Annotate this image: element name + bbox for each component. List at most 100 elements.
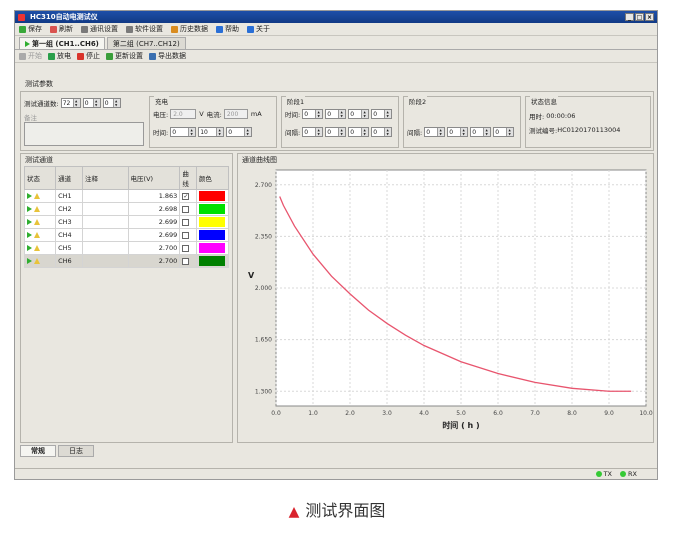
curve-checkbox[interactable]: ✓ bbox=[182, 192, 190, 200]
curve-checkbox[interactable] bbox=[182, 231, 190, 239]
table-row[interactable]: CH1 1.863 ✓ bbox=[23, 189, 230, 203]
tab-log[interactable]: 日志 bbox=[58, 445, 94, 457]
tab-group-2[interactable]: 第二组 (CH7..CH12) bbox=[106, 37, 186, 49]
menu-item-5[interactable]: 帮助 bbox=[216, 24, 239, 34]
header-curve[interactable]: 曲线 bbox=[179, 166, 197, 190]
tab-general[interactable]: 常规 bbox=[20, 445, 56, 457]
channel-note[interactable] bbox=[81, 228, 129, 242]
menu-item-1[interactable]: 刷新 bbox=[50, 24, 73, 34]
toolbar-button-2[interactable]: 停止 bbox=[77, 51, 100, 61]
menu-item-3[interactable]: 软件设置 bbox=[126, 24, 163, 34]
voltage-field[interactable]: 2.0 bbox=[170, 109, 197, 119]
color-swatch[interactable] bbox=[198, 191, 225, 201]
stage2-interval-spinner-1[interactable]: 0 bbox=[424, 127, 446, 137]
menu-item-2[interactable]: 通讯设置 bbox=[81, 24, 118, 34]
status-title: 状态信息 bbox=[530, 96, 558, 106]
table-row[interactable]: CH6 2.700 bbox=[23, 254, 230, 268]
curve-checkbox[interactable] bbox=[182, 257, 190, 265]
time-minutes-spinner[interactable]: 10 bbox=[198, 127, 225, 137]
stage2-interval-spinner-2[interactable]: 0 bbox=[447, 127, 469, 137]
tx-label: TX bbox=[603, 470, 613, 478]
table-row[interactable]: CH4 2.699 bbox=[23, 228, 230, 242]
toolbar-button-1[interactable]: 放电 bbox=[48, 51, 71, 61]
color-swatch[interactable] bbox=[198, 217, 225, 227]
note-input[interactable] bbox=[24, 122, 144, 146]
stage1-time-spinner-4[interactable]: 0 bbox=[371, 109, 393, 119]
toolbar-label: 开始 bbox=[28, 52, 42, 60]
running-icon bbox=[27, 232, 32, 238]
menu-bar: 保存 刷新 通讯设置 软件设置 历史数据 帮助 关于 bbox=[15, 23, 657, 36]
menu-label: 关于 bbox=[256, 25, 270, 33]
color-swatch[interactable] bbox=[198, 204, 225, 214]
x-tick-label: 8.0 bbox=[567, 410, 577, 417]
menu-item-4[interactable]: 历史数据 bbox=[171, 24, 208, 34]
bottom-tabs: 常规 日志 bbox=[20, 445, 96, 457]
curve-checkbox[interactable] bbox=[182, 205, 190, 213]
toolbar-button-3[interactable]: 更新设置 bbox=[106, 51, 143, 61]
close-button[interactable]: × bbox=[645, 13, 654, 21]
channel-count-spinner[interactable]: 72 bbox=[60, 98, 81, 108]
toolbar-button-4[interactable]: 导出数据 bbox=[149, 51, 186, 61]
stage1-interval-spinner-4[interactable]: 0 bbox=[371, 127, 393, 137]
stage2-interval-spinner-4[interactable]: 0 bbox=[493, 127, 515, 137]
table-row[interactable]: CH3 2.699 bbox=[23, 215, 230, 229]
curve-checkbox[interactable] bbox=[182, 244, 190, 252]
channel-note[interactable] bbox=[81, 189, 129, 203]
toolbar-button-0[interactable]: 开始 bbox=[19, 51, 42, 61]
settings-icon bbox=[81, 25, 88, 33]
status-group: 状态信息 用时: 00:00:06 测试编号: HC0120170113004 bbox=[525, 96, 651, 148]
time-hours-spinner[interactable]: 0 bbox=[170, 127, 197, 137]
history-icon bbox=[171, 25, 178, 33]
stage1-time-spinner-1[interactable]: 0 bbox=[302, 109, 324, 119]
channel-note[interactable] bbox=[81, 215, 129, 229]
menu-item-6[interactable]: 关于 bbox=[247, 24, 270, 34]
running-icon bbox=[27, 219, 32, 225]
stage1-interval-spinner-3[interactable]: 0 bbox=[348, 127, 370, 137]
x-tick-label: 5.0 bbox=[456, 410, 466, 417]
discharge-title: 充电 bbox=[154, 96, 169, 106]
warning-icon bbox=[34, 219, 40, 225]
stage1-interval-spinner-1[interactable]: 0 bbox=[302, 127, 324, 137]
status-cell bbox=[23, 228, 57, 242]
tx-led-icon bbox=[595, 471, 602, 477]
running-icon bbox=[27, 193, 32, 199]
header-status[interactable]: 状态 bbox=[23, 166, 57, 190]
header-color[interactable]: 颜色 bbox=[195, 166, 230, 190]
table-row[interactable]: CH5 2.700 bbox=[23, 241, 230, 255]
header-voltage[interactable]: 电压(V) bbox=[127, 166, 181, 190]
color-swatch[interactable] bbox=[198, 256, 225, 266]
header-note[interactable]: 注释 bbox=[81, 166, 129, 190]
spinner-a[interactable]: 0 bbox=[82, 98, 101, 108]
spinner-b[interactable]: 0 bbox=[102, 98, 121, 108]
curve-checkbox[interactable] bbox=[182, 218, 190, 226]
channel-note[interactable] bbox=[81, 202, 129, 216]
stage1-time-spinner-3[interactable]: 0 bbox=[348, 109, 370, 119]
menu-item-0[interactable]: 保存 bbox=[19, 24, 42, 34]
channel-note[interactable] bbox=[81, 241, 129, 255]
stage1-interval-spinner-2[interactable]: 0 bbox=[325, 127, 347, 137]
table-row[interactable]: CH2 2.698 bbox=[23, 202, 230, 216]
minimize-button[interactable]: _ bbox=[625, 13, 634, 21]
stage2-interval-spinner-3[interactable]: 0 bbox=[470, 127, 492, 137]
stage1-group: 阶段1 时间: 0 0 0 0 间隔: 0 0 0 0 bbox=[281, 96, 399, 148]
channel-count-label: 测试通道数: bbox=[24, 100, 59, 108]
play-icon bbox=[25, 40, 30, 47]
curve-cell bbox=[179, 228, 197, 242]
color-swatch[interactable] bbox=[198, 230, 225, 240]
maximize-button[interactable]: □ bbox=[635, 13, 644, 21]
time-seconds-spinner[interactable]: 0 bbox=[226, 127, 253, 137]
channels-panel: 测试通道 状态 通道 注释 电压(V) 曲线 颜色 CH1 1.863 ✓ CH2 2.… bbox=[20, 153, 233, 443]
color-swatch[interactable] bbox=[198, 243, 225, 253]
tab-group-1[interactable]: 第一组 (CH1..CH6) bbox=[19, 37, 105, 49]
color-cell bbox=[195, 228, 230, 242]
channel-note[interactable] bbox=[81, 254, 129, 268]
status-cell bbox=[23, 202, 57, 216]
y-tick-label: 2.000 bbox=[255, 285, 272, 292]
running-icon bbox=[27, 245, 32, 251]
stage1-time-spinner-2[interactable]: 0 bbox=[325, 109, 347, 119]
current-field[interactable]: 200 bbox=[223, 109, 248, 119]
chart-title: 通道曲线图 bbox=[242, 156, 277, 164]
voltage-chart[interactable]: 0.0 1.0 2.0 3.0 4.0 5.0 6.0 7.0 8.0 9.0 10.0 1.300 1… bbox=[238, 166, 653, 441]
header-channel[interactable]: 通道 bbox=[55, 166, 83, 190]
warning-icon bbox=[34, 258, 40, 264]
